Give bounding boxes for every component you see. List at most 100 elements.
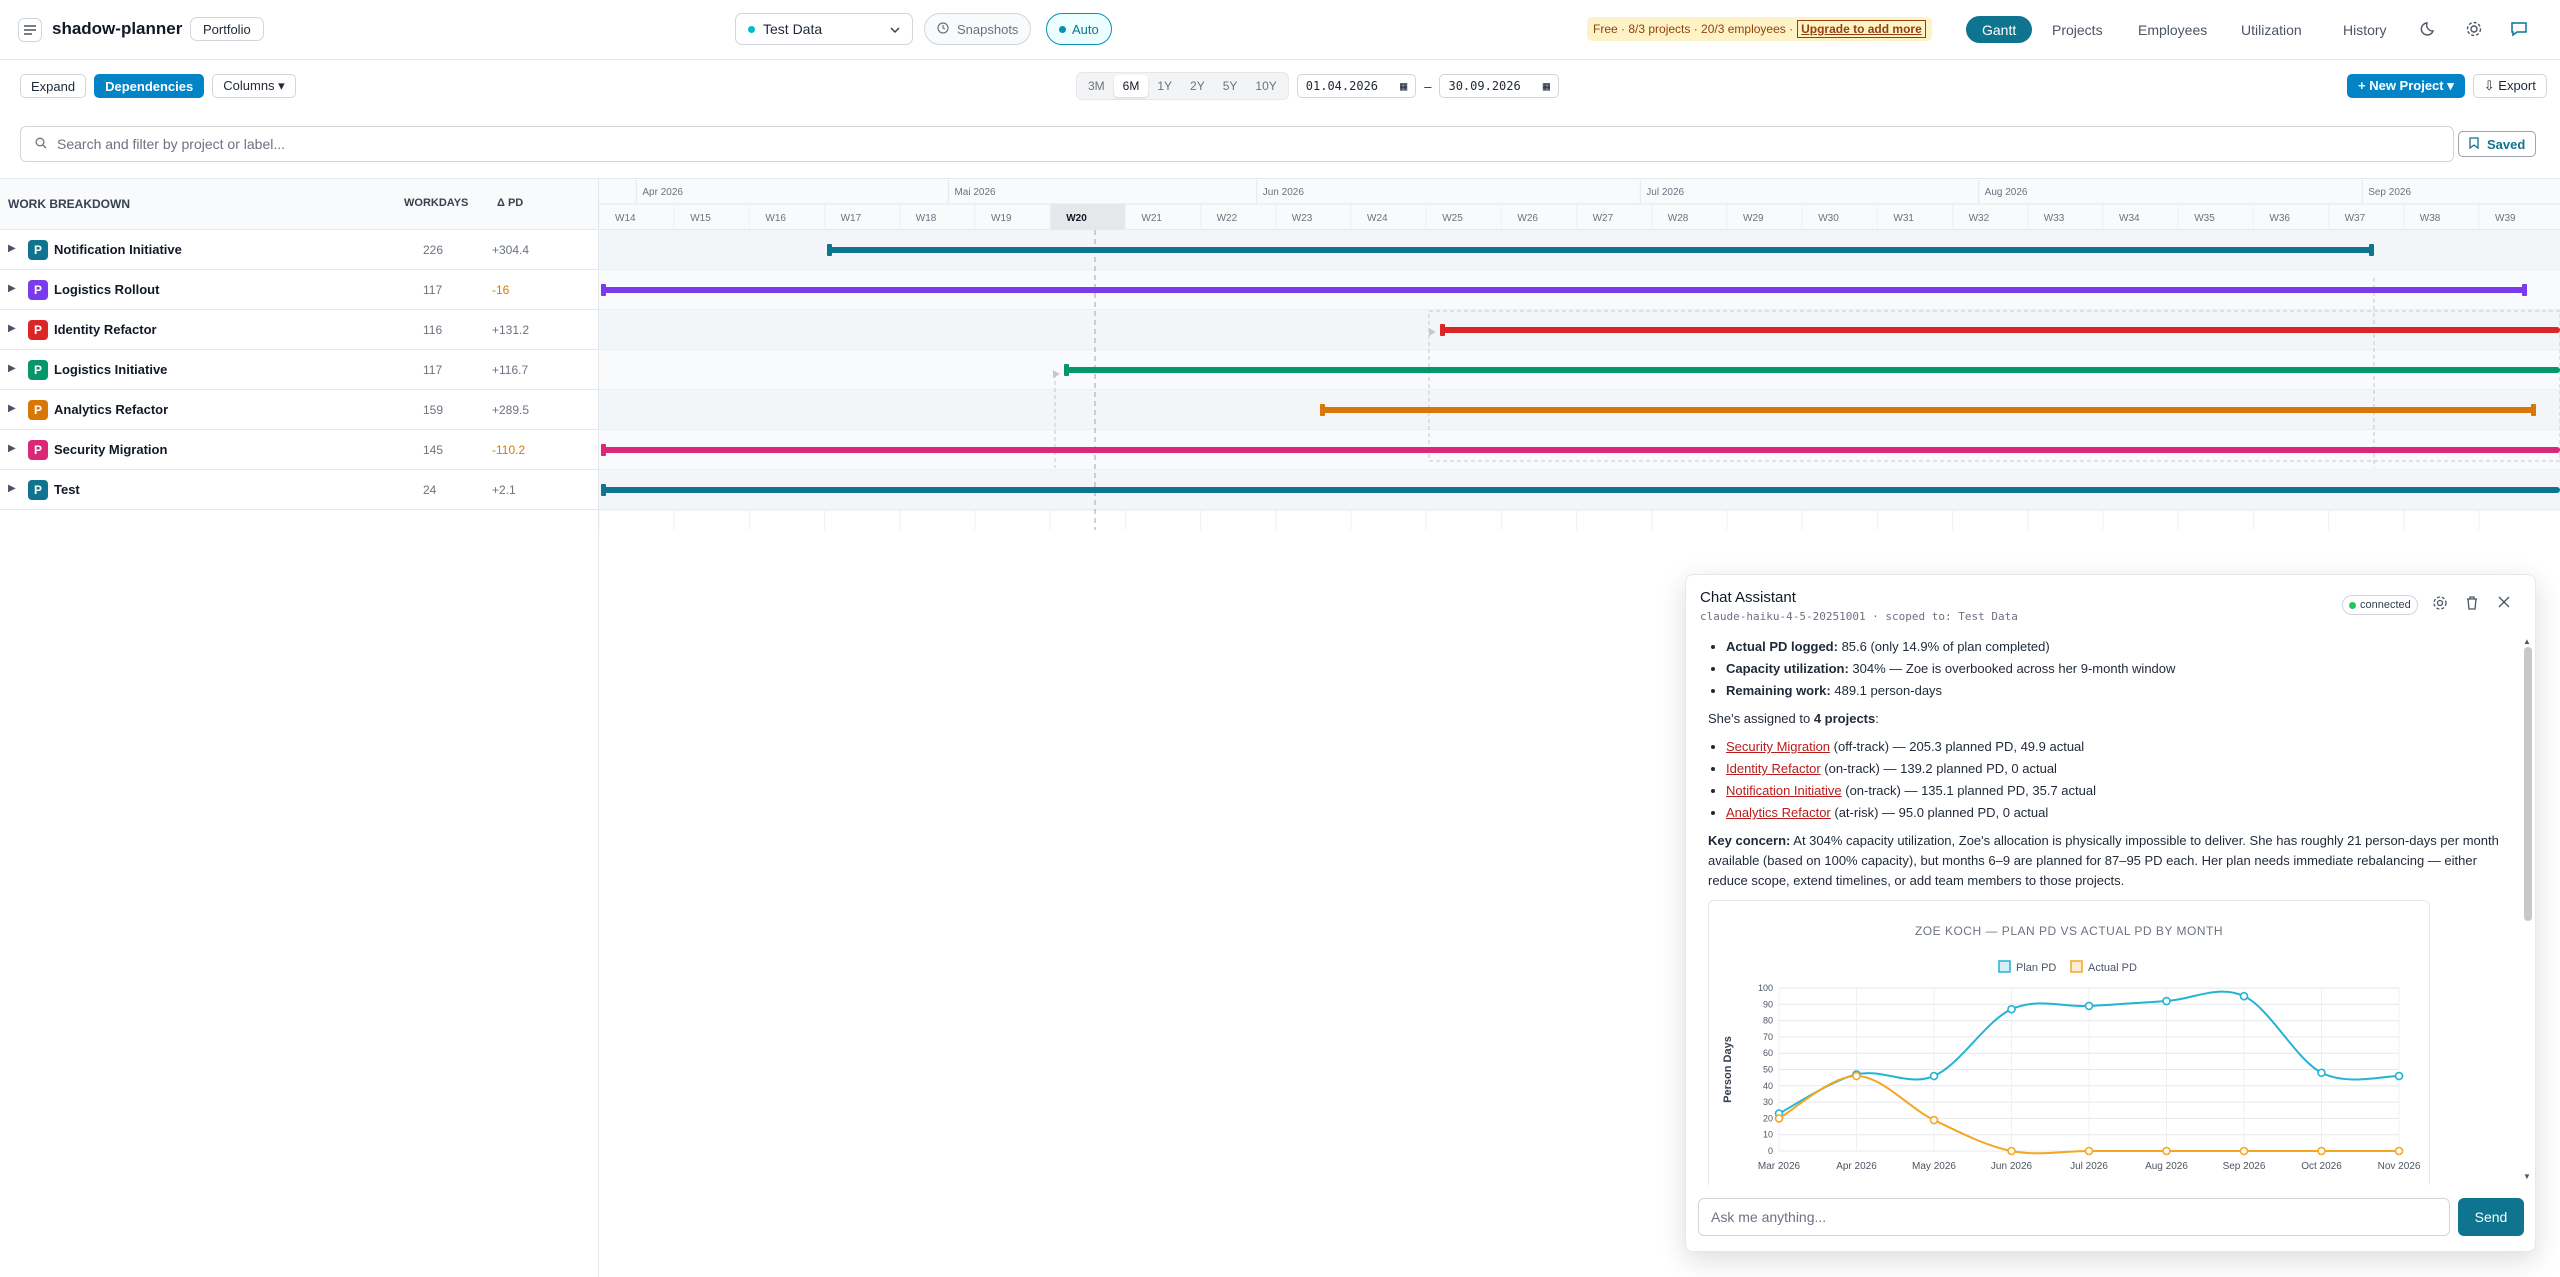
project-row[interactable]: ▶ P Security Migration 145 -110.2	[0, 430, 599, 470]
project-bar[interactable]	[829, 247, 2372, 253]
data-point[interactable]	[1929, 1071, 1939, 1081]
saved-button[interactable]: Saved	[2458, 131, 2537, 157]
project-link[interactable]: Identity Refactor	[1726, 761, 1821, 776]
project-bar[interactable]	[1066, 367, 2560, 373]
data-point[interactable]	[2084, 1001, 2094, 1011]
project-row[interactable]: ▶ P Test 24 +2.1	[0, 470, 599, 510]
trash-icon[interactable]	[2464, 595, 2480, 614]
data-point[interactable]	[2162, 996, 2171, 1006]
data-point[interactable]	[1774, 1114, 1784, 1123]
data-point[interactable]	[2007, 1146, 2016, 1156]
data-point[interactable]	[1929, 1115, 1939, 1125]
project-name[interactable]: Logistics Rollout	[54, 282, 159, 297]
bar-start-handle[interactable]	[601, 444, 606, 456]
dataset-label: Test Data	[763, 21, 823, 37]
bar-start-handle[interactable]	[1064, 364, 1069, 376]
chat-icon[interactable]	[2510, 20, 2528, 41]
data-point[interactable]	[1852, 1071, 1861, 1081]
data-point[interactable]	[2239, 1146, 2249, 1156]
nav-history[interactable]: History	[2343, 22, 2387, 38]
project-link[interactable]: Security Migration	[1726, 739, 1830, 754]
chat-settings-icon[interactable]	[2432, 595, 2448, 614]
chat-input[interactable]: Ask me anything...	[1698, 1198, 2450, 1236]
expand-button[interactable]: Expand	[20, 74, 87, 98]
project-link[interactable]: Analytics Refactor	[1726, 805, 1831, 820]
range-1y[interactable]: 1Y	[1148, 75, 1181, 97]
status-dot-icon	[2349, 601, 2356, 609]
columns-button[interactable]: Columns ▾	[212, 74, 296, 98]
nav-gantt[interactable]: Gantt	[1966, 16, 2033, 43]
nav-employees[interactable]: Employees	[2138, 22, 2207, 38]
bar-start-handle[interactable]	[1320, 404, 1325, 416]
range-5y[interactable]: 5Y	[1214, 75, 1247, 97]
expand-caret-icon[interactable]: ▶	[8, 283, 16, 294]
expand-caret-icon[interactable]: ▶	[8, 483, 16, 494]
range-2y[interactable]: 2Y	[1181, 75, 1214, 97]
bar-end-handle[interactable]	[2522, 284, 2527, 296]
chat-scrollbar[interactable]	[2524, 647, 2532, 921]
project-bar[interactable]	[1442, 327, 2560, 333]
project-name[interactable]: Security Migration	[54, 442, 167, 457]
moon-icon[interactable]	[2420, 20, 2438, 41]
scroll-up-icon[interactable]: ▲	[2523, 637, 2531, 646]
project-row[interactable]: ▶ P Notification Initiative 226 +304.4	[0, 230, 599, 270]
project-bar[interactable]	[603, 287, 2525, 293]
project-bar[interactable]	[603, 487, 2560, 493]
bar-start-handle[interactable]	[827, 244, 832, 256]
project-name[interactable]: Identity Refactor	[54, 322, 157, 337]
project-row[interactable]: ▶ P Analytics Refactor 159 +289.5	[0, 390, 599, 430]
y-tick-label: 60	[1763, 1048, 1773, 1058]
data-point[interactable]	[2394, 1146, 2404, 1156]
nav-utilization[interactable]: Utilization	[2241, 22, 2302, 38]
date-to-input[interactable]: 30.09.2026 ▦	[1439, 74, 1559, 98]
range-10y[interactable]: 10Y	[1246, 75, 1285, 97]
dataset-select[interactable]: Test Data	[735, 13, 913, 45]
project-row[interactable]: ▶ P Logistics Rollout 117 -16	[0, 270, 599, 310]
bar-start-handle[interactable]	[1440, 324, 1445, 336]
close-icon[interactable]	[2497, 595, 2511, 612]
project-name[interactable]: Analytics Refactor	[54, 402, 168, 417]
expand-caret-icon[interactable]: ▶	[8, 363, 16, 374]
expand-caret-icon[interactable]: ▶	[8, 243, 16, 254]
snapshots-button[interactable]: Snapshots	[924, 13, 1032, 45]
project-bar[interactable]	[603, 447, 2560, 453]
data-point[interactable]	[2007, 1004, 2016, 1014]
project-row[interactable]: ▶ P Identity Refactor 116 +131.2	[0, 310, 599, 350]
data-point[interactable]	[2317, 1068, 2326, 1078]
range-3m[interactable]: 3M	[1079, 75, 1114, 97]
data-point[interactable]	[2084, 1146, 2094, 1156]
bar-end-handle[interactable]	[2531, 404, 2536, 416]
new-project-button[interactable]: + New Project ▾	[2347, 74, 2465, 98]
data-point[interactable]	[2317, 1146, 2326, 1156]
upgrade-link[interactable]: Upgrade to add more	[1797, 20, 1926, 38]
nav-projects[interactable]: Projects	[2052, 22, 2103, 38]
project-bar[interactable]	[1322, 407, 2534, 413]
date-from-input[interactable]: 01.04.2026 ▦	[1296, 74, 1417, 98]
send-button[interactable]: Send	[2458, 1198, 2524, 1236]
bar-start-handle[interactable]	[601, 484, 606, 496]
calendar-icon[interactable]: ▦	[1400, 79, 1407, 93]
expand-caret-icon[interactable]: ▶	[8, 323, 16, 334]
expand-caret-icon[interactable]: ▶	[8, 443, 16, 454]
range-6m[interactable]: 6M	[1113, 75, 1149, 97]
calendar-icon[interactable]: ▦	[1543, 79, 1550, 93]
project-name[interactable]: Notification Initiative	[54, 242, 182, 257]
project-link[interactable]: Notification Initiative	[1726, 783, 1842, 798]
portfolio-button[interactable]: Portfolio	[190, 17, 264, 41]
data-point[interactable]	[2394, 1071, 2404, 1081]
data-point[interactable]	[2239, 991, 2249, 1001]
bar-start-handle[interactable]	[601, 284, 606, 296]
search-input[interactable]: Search and filter by project or label...	[20, 126, 2454, 162]
menu-icon[interactable]	[18, 18, 42, 42]
bar-end-handle[interactable]	[2369, 244, 2374, 256]
project-name[interactable]: Logistics Initiative	[54, 362, 167, 377]
data-point[interactable]	[2162, 1146, 2171, 1156]
scroll-down-icon[interactable]: ▼	[2523, 1172, 2531, 1181]
gear-icon[interactable]	[2465, 20, 2483, 41]
expand-caret-icon[interactable]: ▶	[8, 403, 16, 414]
project-row[interactable]: ▶ P Logistics Initiative 117 +116.7	[0, 350, 599, 390]
export-button[interactable]: ⇩ Export	[2472, 74, 2547, 98]
dependencies-button[interactable]: Dependencies	[94, 74, 205, 98]
auto-toggle[interactable]: Auto	[1046, 13, 1112, 45]
project-name[interactable]: Test	[54, 482, 80, 497]
